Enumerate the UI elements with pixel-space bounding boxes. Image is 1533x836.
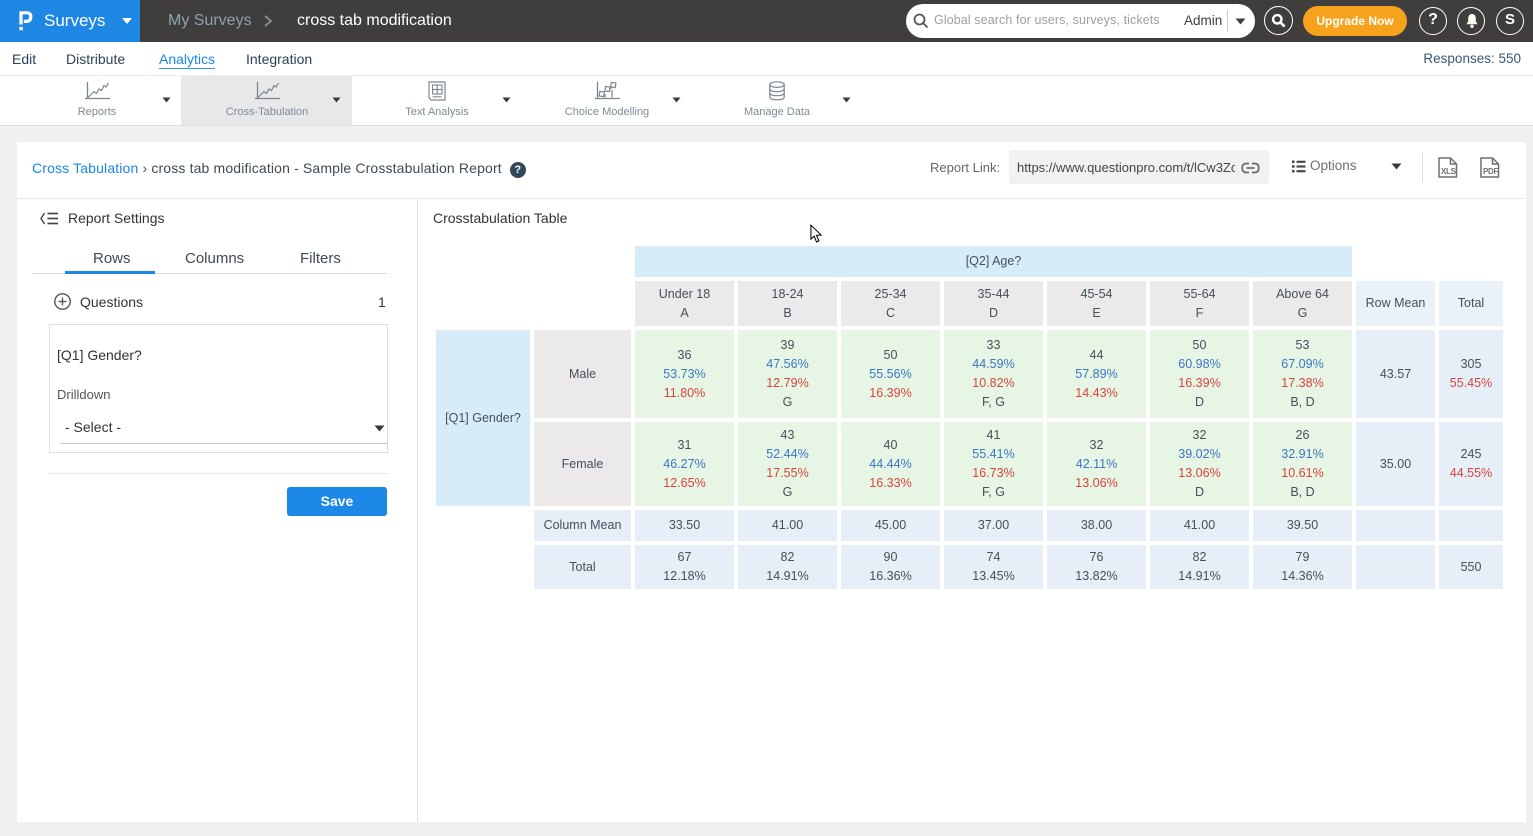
svg-text:XLS: XLS bbox=[1441, 167, 1457, 176]
svg-text:PDF: PDF bbox=[1483, 167, 1499, 176]
